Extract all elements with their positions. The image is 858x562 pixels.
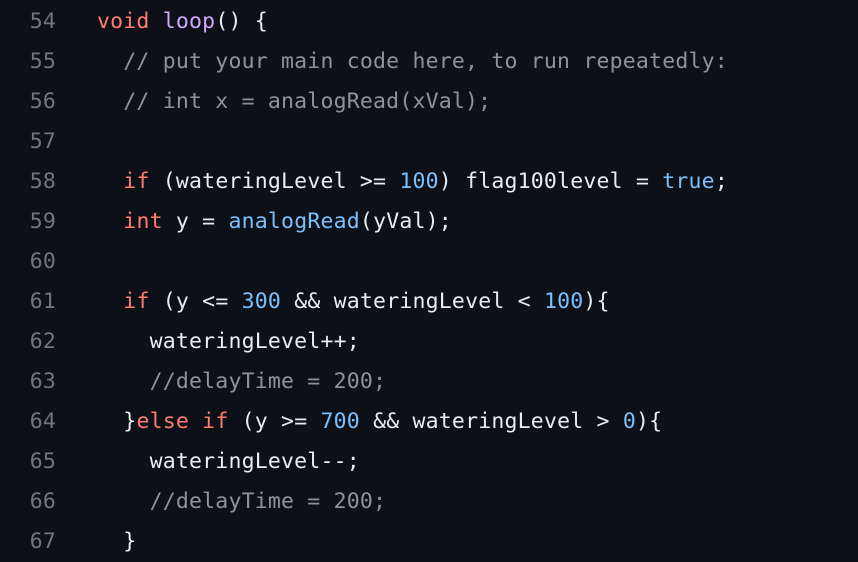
line-number: 63 (29, 369, 56, 394)
code-token-number: 100 (399, 169, 439, 194)
code-line: 62 wateringLevel++; (0, 322, 858, 362)
line-number: 57 (29, 129, 56, 154)
code-token-plain: ) flag100level = (438, 169, 663, 194)
code-line: 66 //delayTime = 200; (0, 482, 858, 522)
code-line: 54 void loop() { (0, 2, 858, 42)
code-token-plain: } (97, 529, 137, 554)
line-number: 61 (29, 289, 56, 314)
code-line: 63 //delayTime = 200; (0, 362, 858, 402)
code-token-function: loop (162, 9, 216, 34)
code-text: if (y <= 300 && wateringLevel < 100){ (97, 282, 610, 322)
code-text: if (wateringLevel >= 100) flag100level =… (97, 162, 728, 202)
line-number: 66 (29, 489, 56, 514)
code-token-plain: (y >= (228, 409, 321, 434)
code-token-keyword: if (202, 409, 229, 434)
code-text: int y = analogRead(yVal); (97, 202, 452, 242)
code-token-plain: ; (714, 169, 728, 194)
line-number: 56 (29, 89, 56, 114)
code-view: 54 void loop() {55 // put your main code … (0, 0, 858, 562)
code-text: // int x = analogRead(xVal); (97, 82, 491, 122)
code-token-constant: true (662, 169, 715, 194)
code-token-plain: (y <= (149, 289, 242, 314)
code-token-plain: } (97, 409, 137, 434)
code-line: 65 wateringLevel--; (0, 442, 858, 482)
code-token-plain: && wateringLevel < (281, 289, 544, 314)
line-number: 67 (29, 529, 56, 554)
line-number: 64 (29, 409, 56, 434)
code-text: void loop() { (97, 2, 268, 42)
code-text: //delayTime = 200; (97, 482, 386, 522)
code-token-comment: //delayTime = 200; (97, 489, 387, 514)
code-line: 58 if (wateringLevel >= 100) flag100leve… (0, 162, 858, 202)
line-number: 65 (29, 449, 56, 474)
code-line: 57 (0, 122, 858, 162)
code-token-plain: ){ (583, 289, 610, 314)
code-text: wateringLevel++; (97, 322, 360, 362)
code-line: 56 // int x = analogRead(xVal); (0, 82, 858, 122)
code-token-keyword: int (123, 209, 163, 234)
code-token-plain: (wateringLevel >= (149, 169, 400, 194)
code-line: 64 }else if (y >= 700 && wateringLevel >… (0, 402, 858, 442)
code-text: //delayTime = 200; (97, 362, 386, 402)
line-number: 55 (29, 49, 56, 74)
code-line: 55 // put your main code here, to run re… (0, 42, 858, 82)
code-text: wateringLevel--; (97, 442, 360, 482)
code-token-plain: wateringLevel--; (97, 449, 360, 474)
code-token-plain: && wateringLevel > (359, 409, 623, 434)
code-token-comment: // put your main code here, to run repea… (97, 49, 728, 74)
code-token-keyword: else (136, 409, 190, 434)
code-token-number: 700 (320, 409, 360, 434)
code-token-comment: // int x = analogRead(xVal); (97, 89, 492, 114)
code-token-number: 300 (241, 289, 282, 314)
code-token-plain: ){ (635, 409, 663, 434)
code-token-keyword: if (123, 289, 150, 314)
code-token-plain: (yVal); (359, 209, 452, 234)
line-number: 58 (29, 169, 56, 194)
code-line: 60 (0, 242, 858, 282)
code-token-plain: wateringLevel++; (97, 329, 360, 354)
code-token-plain: () { (215, 9, 268, 34)
code-text: // put your main code here, to run repea… (97, 42, 728, 82)
code-token-number: 0 (622, 409, 636, 434)
code-token-plain: y = (162, 209, 229, 234)
line-number: 62 (29, 329, 56, 354)
code-text: } (97, 522, 136, 562)
code-token-keyword: if (123, 169, 150, 194)
line-number: 60 (29, 249, 56, 274)
code-line: 61 if (y <= 300 && wateringLevel < 100){ (0, 282, 858, 322)
code-text: }else if (y >= 700 && wateringLevel > 0)… (97, 402, 662, 442)
code-token-call: analogRead (228, 209, 360, 234)
code-token-comment: //delayTime = 200; (97, 369, 387, 394)
code-token-keyword: void (97, 9, 150, 34)
code-token-number: 100 (543, 289, 584, 314)
code-line: 59 int y = analogRead(yVal); (0, 202, 858, 242)
line-number: 59 (29, 209, 56, 234)
line-number: 54 (29, 9, 56, 34)
code-line: 67 } (0, 522, 858, 562)
